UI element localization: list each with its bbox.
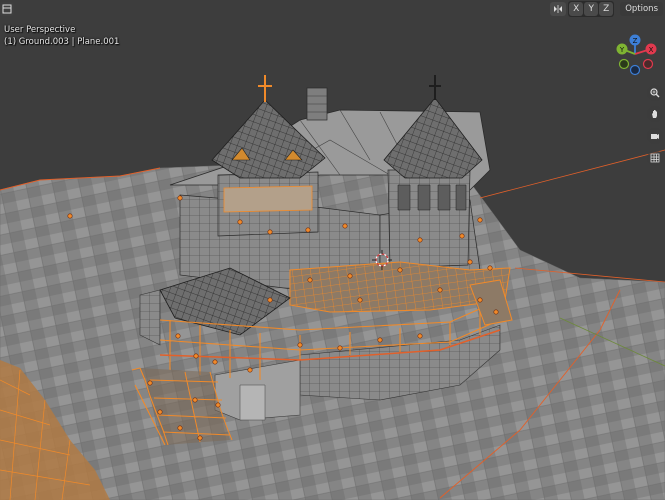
camera-icon[interactable] [647,128,663,144]
axis-y-toggle[interactable]: Y [584,2,599,16]
pan-hand-icon[interactable] [647,106,663,122]
axis-z-toggle[interactable]: Z [599,2,614,16]
gizmo-y-label: Y [619,46,625,54]
gizmo-neg-x[interactable] [618,58,630,70]
gizmo-x-label: X [649,46,654,54]
viewport-header-right: X Y Z Options [550,0,665,18]
viewport-header-left [0,0,20,18]
view-name: User Perspective [4,25,76,35]
lower-wall-side [239,384,266,421]
axis-x-toggle[interactable]: X [569,2,584,16]
options-dropdown[interactable]: Options [620,2,663,16]
mirror-icon[interactable] [550,2,567,16]
navigation-gizmo[interactable]: Z X Y [606,30,664,88]
zoom-icon[interactable] [647,85,663,101]
right-tower-body [387,169,471,269]
active-object-info: (1) Ground.003 | Plane.001 [4,37,120,47]
mirror-axis-group: X Y Z [568,1,615,17]
foundation-left [139,289,161,346]
3d-viewport[interactable]: X Y Z Options User Perspective (1) Groun… [0,0,665,500]
gizmo-neg-y[interactable] [642,58,654,70]
gizmo-neg-z[interactable] [629,64,641,76]
left-tower-balcony [223,185,313,213]
gizmo-z-label: Z [633,37,638,45]
scene-canvas[interactable] [0,0,665,500]
grid-ortho-icon[interactable] [647,150,663,166]
editor-type-icon[interactable] [0,2,14,16]
